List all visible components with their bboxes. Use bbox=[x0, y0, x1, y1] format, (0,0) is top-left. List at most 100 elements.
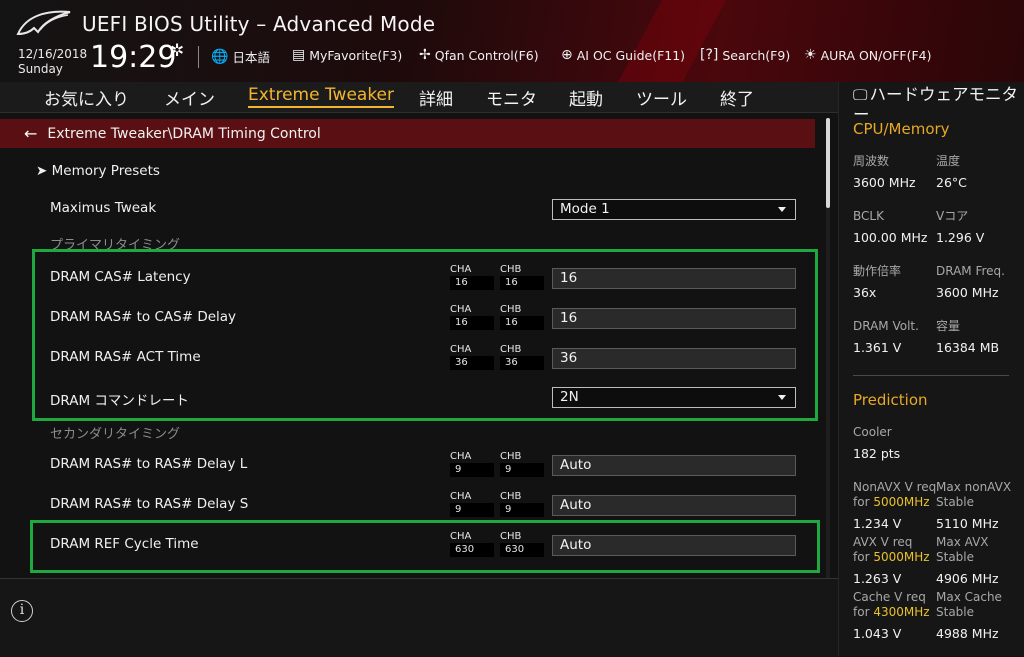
nonavx-vreq-value: 1.234 V bbox=[853, 516, 902, 531]
nonavx-vreq-title: NonAVX V req bbox=[853, 480, 937, 494]
info-icon: i bbox=[11, 600, 33, 622]
bclk-label: BCLK bbox=[853, 209, 884, 223]
max-nonavx-sub: Stable bbox=[936, 495, 975, 509]
ras-to-cas-input[interactable]: 16 bbox=[552, 308, 796, 329]
cha-label: CHA bbox=[450, 264, 472, 275]
search-label: Search(F9) bbox=[722, 47, 791, 63]
tab-extreme-tweaker[interactable]: Extreme Tweaker bbox=[248, 85, 395, 108]
max-avx-value: 4906 MHz bbox=[936, 571, 999, 586]
tab-advanced[interactable]: 詳細 bbox=[419, 85, 453, 110]
chb-label: CHB bbox=[500, 451, 522, 462]
cache-vreq-label: Cache V req for 4300MHz bbox=[853, 590, 930, 620]
dram-volt-label: DRAM Volt. bbox=[853, 319, 919, 333]
max-cache-title: Max Cache bbox=[936, 590, 1002, 604]
hardware-monitor-title-text: ハードウェアモニター bbox=[853, 85, 1018, 124]
frequency-label: 周波数 bbox=[853, 154, 890, 168]
for-text: for bbox=[853, 550, 870, 564]
temperature-value: 26°C bbox=[936, 175, 967, 190]
time-display: 19:29 bbox=[90, 40, 177, 75]
ras-to-ras-s-chb: CHB 9 bbox=[500, 491, 544, 517]
monitor-icon: 🖵 bbox=[853, 86, 868, 104]
cha-value: 36 bbox=[450, 356, 494, 370]
cha-value: 16 bbox=[450, 276, 494, 290]
ref-cycle-time-input[interactable]: Auto bbox=[552, 535, 796, 556]
tab-favorites[interactable]: お気に入り bbox=[44, 85, 129, 110]
language-button[interactable]: 🌐 日本語 bbox=[211, 47, 270, 66]
ref-cycle-time-cha: CHA 630 bbox=[450, 531, 494, 557]
secondary-timings-heading: セカンダリタイミング bbox=[50, 427, 181, 442]
max-avx-title: Max AVX bbox=[936, 535, 989, 549]
ref-cycle-time-label: DRAM REF Cycle Time bbox=[50, 536, 199, 552]
cha-value: 16 bbox=[450, 316, 494, 330]
max-nonavx-value: 5110 MHz bbox=[936, 516, 999, 531]
myfavorite-button[interactable]: ▤ MyFavorite(F3) bbox=[292, 47, 402, 63]
back-arrow-icon[interactable]: ← bbox=[24, 124, 37, 143]
command-rate-select[interactable]: 2N bbox=[552, 387, 796, 408]
ras-to-ras-l-cha: CHA 9 bbox=[450, 451, 494, 477]
ras-to-ras-l-input[interactable]: Auto bbox=[552, 455, 796, 476]
cas-latency-cha: CHA 16 bbox=[450, 264, 494, 290]
nonavx-vreq-label: NonAVX V req for 5000MHz bbox=[853, 480, 936, 510]
tab-exit[interactable]: 終了 bbox=[720, 85, 754, 110]
nonavx-target-freq: 5000MHz bbox=[873, 495, 930, 509]
main-menu: お気に入り メイン Extreme Tweaker 詳細 モニタ 起動 ツール … bbox=[0, 82, 838, 113]
chb-label: CHB bbox=[500, 344, 522, 355]
memory-presets-label: Memory Presets bbox=[51, 163, 160, 179]
breadcrumb-path: Extreme Tweaker\DRAM Timing Control bbox=[47, 125, 321, 142]
chevron-down-icon bbox=[778, 207, 786, 212]
tab-monitor[interactable]: モニタ bbox=[486, 85, 537, 110]
cache-vreq-for: for 4300MHz bbox=[853, 605, 930, 620]
qfan-control-button[interactable]: ✢ Qfan Control(F6) bbox=[419, 47, 539, 63]
max-nonavx-title: Max nonAVX bbox=[936, 480, 1012, 494]
date-text: 12/16/2018 bbox=[18, 47, 88, 61]
tab-boot[interactable]: 起動 bbox=[569, 85, 603, 110]
dram-freq-label: DRAM Freq. bbox=[936, 264, 1005, 278]
aura-toggle-button[interactable]: ☀ AURA ON/OFF(F4) bbox=[804, 47, 931, 63]
cha-label: CHA bbox=[450, 344, 472, 355]
max-cache-sub: Stable bbox=[936, 605, 975, 619]
bclk-value: 100.00 MHz bbox=[853, 230, 928, 245]
ras-to-ras-s-input[interactable]: Auto bbox=[552, 495, 796, 516]
ratio-label: 動作倍率 bbox=[853, 264, 902, 278]
rog-logo-icon bbox=[16, 10, 71, 36]
cha-label: CHA bbox=[450, 304, 472, 315]
maximus-tweak-value: Mode 1 bbox=[560, 201, 610, 217]
cooler-label: Cooler bbox=[853, 425, 892, 439]
chb-label: CHB bbox=[500, 491, 522, 502]
memory-presets-item[interactable]: ➤ Memory Presets bbox=[36, 163, 160, 179]
date-display: 12/16/2018 Sunday bbox=[18, 47, 87, 77]
favorite-icon: ▤ bbox=[292, 47, 306, 63]
frequency-value: 3600 MHz bbox=[853, 175, 916, 190]
search-button[interactable]: [?] Search(F9) bbox=[700, 47, 790, 63]
max-cache-label: Max Cache Stable bbox=[936, 590, 1002, 620]
cache-vreq-value: 1.043 V bbox=[853, 626, 902, 641]
dram-volt-value: 1.361 V bbox=[853, 340, 902, 355]
tab-main[interactable]: メイン bbox=[164, 85, 215, 110]
cooler-value: 182 pts bbox=[853, 446, 901, 461]
breadcrumb: ← Extreme Tweaker\DRAM Timing Control bbox=[0, 119, 815, 148]
temperature-label: 温度 bbox=[936, 154, 961, 168]
cas-latency-chb: CHB 16 bbox=[500, 264, 544, 290]
cas-latency-input[interactable]: 16 bbox=[552, 268, 796, 289]
ras-act-time-input[interactable]: 36 bbox=[552, 348, 796, 369]
tab-tool[interactable]: ツール bbox=[636, 85, 687, 110]
command-rate-value: 2N bbox=[560, 389, 579, 405]
chb-value: 630 bbox=[500, 543, 544, 557]
chb-label: CHB bbox=[500, 264, 522, 275]
search-icon: [?] bbox=[700, 47, 719, 63]
cas-latency-label: DRAM CAS# Latency bbox=[50, 269, 191, 285]
cache-vreq-title: Cache V req bbox=[853, 590, 926, 604]
vcore-label: Vコア bbox=[936, 209, 969, 223]
cpu-memory-heading: CPU/Memory bbox=[853, 120, 950, 138]
capacity-label: 容量 bbox=[936, 319, 961, 333]
ai-oc-guide-button[interactable]: ⊕ AI OC Guide(F11) bbox=[561, 47, 685, 63]
hardware-monitor-title: 🖵 ハードウェアモニター bbox=[853, 85, 1019, 124]
ras-to-ras-s-label: DRAM RAS# to RAS# Delay S bbox=[50, 496, 249, 512]
ras-to-cas-chb: CHB 16 bbox=[500, 304, 544, 330]
qfan-label: Qfan Control(F6) bbox=[434, 47, 539, 63]
maximus-tweak-label: Maximus Tweak bbox=[50, 200, 157, 216]
maximus-tweak-select[interactable]: Mode 1 bbox=[552, 199, 796, 220]
cha-label: CHA bbox=[450, 451, 472, 462]
divider bbox=[198, 46, 199, 68]
gear-icon[interactable]: ✲ bbox=[170, 41, 184, 61]
